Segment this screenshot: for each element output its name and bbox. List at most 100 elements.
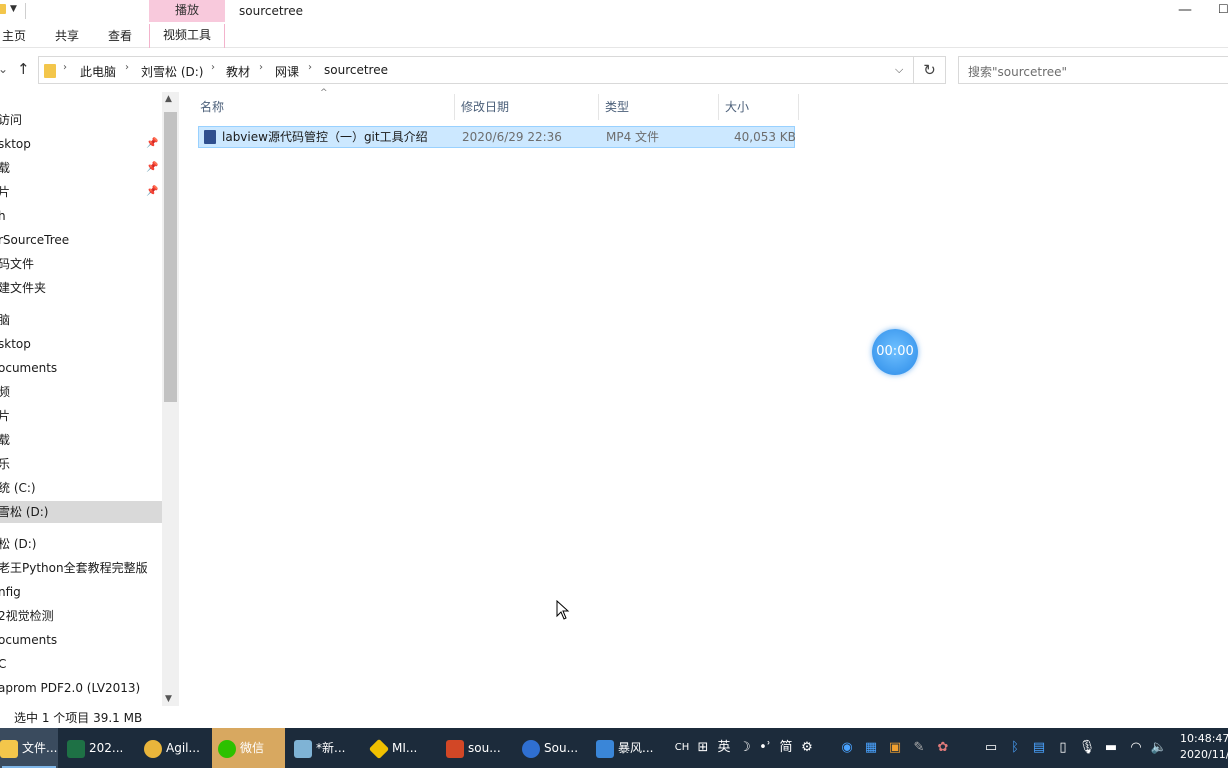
ime-grid-icon[interactable]: ⊞ bbox=[694, 728, 712, 768]
nav-item[interactable]: nfig bbox=[0, 581, 162, 603]
nav-pane-scrollbar[interactable]: ▲ ▼ bbox=[162, 92, 179, 706]
window-title: sourcetree bbox=[239, 4, 303, 18]
pin-icon: 📌 bbox=[146, 138, 159, 149]
nav-item[interactable]: 码文件 bbox=[0, 253, 162, 275]
chevron-right-icon[interactable]: › bbox=[308, 62, 312, 73]
wifi-icon[interactable]: ◠ bbox=[1126, 728, 1146, 768]
up-arrow-icon[interactable]: ↑ bbox=[17, 60, 30, 78]
nav-item[interactable]: 老王Python全套教程完整版 bbox=[0, 557, 162, 579]
taskbar-app-baofeng[interactable]: 暴风... bbox=[592, 728, 662, 768]
bluetooth-icon[interactable]: ᛒ bbox=[1006, 728, 1024, 768]
tab-video-tools[interactable]: 视频工具 bbox=[149, 24, 225, 48]
file-explorer-window: ▼ 播放 sourcetree — ☐ 主页 共享 查看 视频工具 ⌄ ↑ › … bbox=[0, 0, 1228, 728]
quick-access-toolbar-chevron-icon[interactable]: ▼ bbox=[10, 4, 17, 14]
tray-tool-icon[interactable]: ▣ bbox=[886, 728, 904, 768]
nav-item[interactable]: ocuments bbox=[0, 357, 162, 379]
usb-icon[interactable]: ▯ bbox=[1054, 728, 1072, 768]
pin-icon: 📌 bbox=[146, 162, 159, 173]
chevron-down-icon[interactable]: ⌵ bbox=[895, 63, 903, 77]
clock-date: 2020/11/ bbox=[1180, 748, 1228, 761]
tray-pen-icon[interactable]: ✎ bbox=[910, 728, 928, 768]
column-header-size[interactable]: 大小 bbox=[719, 94, 799, 120]
nav-item[interactable]: ocuments bbox=[0, 629, 162, 651]
breadcrumb-wangke[interactable]: 网课 bbox=[275, 63, 299, 80]
recent-locations-chevron-icon[interactable]: ⌄ bbox=[0, 62, 8, 76]
chevron-right-icon[interactable]: › bbox=[125, 62, 129, 73]
nav-item[interactable]: sktop 📌 bbox=[0, 133, 162, 155]
nav-item[interactable]: 统 (C:) bbox=[0, 477, 162, 499]
taskbar-app-excel[interactable]: 202... bbox=[63, 728, 133, 768]
ime-language[interactable]: CH bbox=[672, 728, 692, 768]
chevron-right-icon[interactable]: › bbox=[211, 62, 215, 73]
nav-item[interactable]: sktop bbox=[0, 333, 162, 355]
file-row[interactable]: labview源代码管控（一）git工具介绍 2020/6/29 22:36 M… bbox=[198, 126, 796, 148]
tray-app-icon[interactable]: ◉ bbox=[838, 728, 856, 768]
taskbar-app-labview[interactable]: MI... bbox=[366, 728, 436, 768]
nav-item[interactable]: 脑 bbox=[0, 309, 162, 331]
nav-item[interactable]: h bbox=[0, 205, 162, 227]
address-bar[interactable]: › 此电脑 › 刘雪松 (D:) › 教材 › 网课 › sourcetree … bbox=[38, 56, 914, 84]
maximize-button[interactable]: ☐ bbox=[1218, 2, 1228, 20]
ime-punctuation-icon[interactable]: •ʾ bbox=[756, 728, 774, 768]
breadcrumb-this-pc[interactable]: 此电脑 bbox=[80, 63, 116, 80]
nav-item[interactable]: 频 bbox=[0, 381, 162, 403]
nav-item[interactable]: 载 📌 bbox=[0, 157, 162, 179]
tray-window-icon[interactable]: ▦ bbox=[862, 728, 880, 768]
ime-moon-icon[interactable]: ☽ bbox=[736, 728, 754, 768]
taskbar-clock[interactable]: 10:48:47 2020/11/ bbox=[1180, 731, 1228, 763]
battery-icon[interactable]: ▬ bbox=[1102, 728, 1120, 768]
tab-view[interactable]: 查看 bbox=[108, 27, 132, 44]
file-list: ^ 名称 修改日期 类型 大小 labview源代码管控（一）git工具介绍 2… bbox=[180, 88, 1228, 706]
nav-item[interactable]: 载 bbox=[0, 429, 162, 451]
tab-share[interactable]: 共享 bbox=[55, 27, 79, 44]
nav-item[interactable]: rSourceTree bbox=[0, 229, 162, 251]
tray-network-drive-icon[interactable]: ▤ bbox=[1030, 728, 1048, 768]
nav-item[interactable]: 建文件夹 bbox=[0, 277, 162, 299]
chevron-right-icon[interactable]: › bbox=[63, 62, 67, 73]
taskbar-app-file-explorer[interactable]: 文件... bbox=[0, 728, 58, 768]
column-header-type[interactable]: 类型 bbox=[599, 94, 719, 120]
scroll-up-icon[interactable]: ▲ bbox=[165, 94, 172, 104]
ime-settings-icon[interactable]: ⚙ bbox=[798, 728, 816, 768]
column-header-modified[interactable]: 修改日期 bbox=[455, 94, 599, 120]
nav-item[interactable]: 片 📌 bbox=[0, 181, 162, 203]
chevron-right-icon[interactable]: › bbox=[259, 62, 263, 73]
folder-icon bbox=[44, 64, 56, 78]
nav-item[interactable]: 访问 bbox=[0, 109, 162, 131]
taskbar-app-powerpoint[interactable]: sou... bbox=[442, 728, 512, 768]
breadcrumb-jiaocai[interactable]: 教材 bbox=[226, 63, 250, 80]
tray-flower-icon[interactable]: ✿ bbox=[934, 728, 952, 768]
nav-item[interactable]: 2视觉检测 bbox=[0, 605, 162, 627]
nav-item[interactable]: 松 (D:) bbox=[0, 533, 162, 555]
scrollbar-thumb[interactable] bbox=[164, 112, 177, 402]
taskbar-app-notepad[interactable]: *新... bbox=[290, 728, 360, 768]
refresh-button[interactable]: ↻ bbox=[914, 56, 946, 84]
ime-simplified[interactable]: 简 bbox=[776, 728, 796, 768]
ime-mode[interactable]: 英 bbox=[714, 728, 734, 768]
nav-item[interactable]: 片 bbox=[0, 405, 162, 427]
wechat-icon bbox=[218, 739, 236, 758]
sourcetree-icon bbox=[522, 739, 540, 758]
baofeng-icon bbox=[596, 739, 614, 758]
title-bar: ▼ 播放 sourcetree — ☐ bbox=[0, 0, 1228, 24]
tab-home[interactable]: 主页 bbox=[2, 27, 26, 44]
nav-item[interactable]: aprom PDF2.0 (LV2013) bbox=[0, 677, 162, 699]
breadcrumb-drive-d[interactable]: 刘雪松 (D:) bbox=[141, 63, 203, 80]
column-header-name[interactable]: 名称 bbox=[194, 94, 455, 120]
tray-display-icon[interactable]: ▭ bbox=[982, 728, 1000, 768]
minimize-button[interactable]: — bbox=[1175, 2, 1195, 20]
taskbar-app-wechat[interactable]: 微信 bbox=[212, 728, 285, 768]
breadcrumb-sourcetree[interactable]: sourcetree bbox=[324, 63, 388, 77]
powerpoint-icon bbox=[446, 739, 464, 758]
taskbar-app-chrome[interactable]: Agil... bbox=[140, 728, 210, 768]
search-input[interactable]: 搜索"sourcetree" bbox=[958, 56, 1228, 84]
scroll-down-icon[interactable]: ▼ bbox=[165, 694, 172, 704]
nav-item[interactable]: C bbox=[0, 653, 162, 675]
nav-item-selected[interactable]: 雪松 (D:) bbox=[0, 501, 162, 523]
taskbar-app-sourcetree[interactable]: Sou... bbox=[518, 728, 588, 768]
microphone-icon[interactable]: 🎙 bbox=[1078, 728, 1096, 768]
volume-icon[interactable]: 🔈 bbox=[1150, 728, 1168, 768]
divider bbox=[25, 3, 26, 19]
recording-timer[interactable]: 00:00 bbox=[872, 329, 918, 375]
nav-item[interactable]: 乐 bbox=[0, 453, 162, 475]
